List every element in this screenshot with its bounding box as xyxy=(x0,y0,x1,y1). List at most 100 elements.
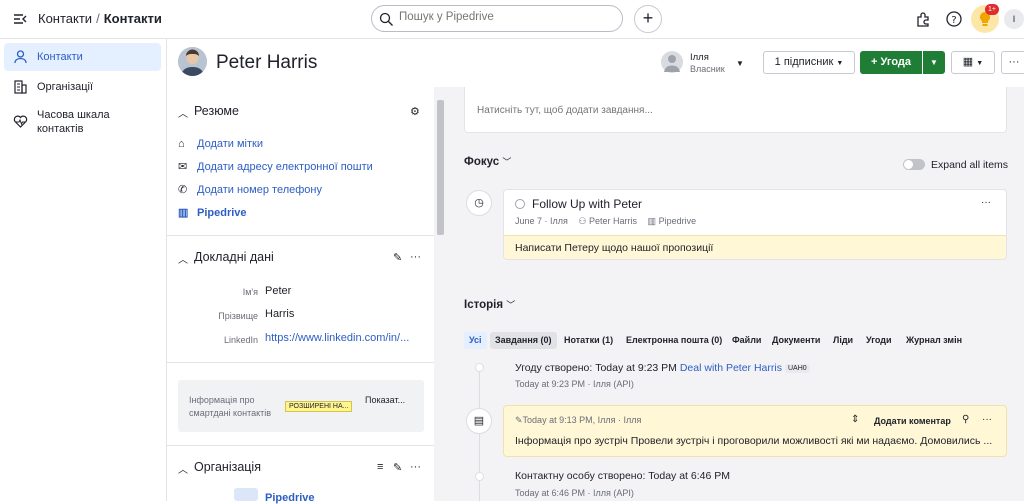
add-email-link[interactable]: ✉ Додати адресу електронної пошти xyxy=(178,160,373,173)
link-label: Додати адресу електронної пошти xyxy=(197,161,373,173)
summary-title[interactable]: Резюме xyxy=(194,104,239,118)
search-box[interactable] xyxy=(371,5,623,32)
smart-data-badge: РОЗШИРЕНІ НА... xyxy=(285,401,353,412)
task-input-box[interactable] xyxy=(464,87,1007,133)
expand-icon[interactable]: ⇕ xyxy=(851,414,859,425)
breadcrumb: Контакти / Контакти xyxy=(38,11,162,26)
org-building-icon xyxy=(234,488,258,501)
building-icon: ▥ xyxy=(647,216,657,226)
chevron-down-icon: ﹀ xyxy=(506,300,516,310)
details-title[interactable]: Докладні дані xyxy=(194,250,274,264)
history-meta: Today at 9:23 PM · Ілля (API) xyxy=(515,379,634,389)
more-icon[interactable]: ··· xyxy=(410,251,421,263)
tab-notes[interactable]: Нотатки (1) xyxy=(559,332,618,349)
activity-org[interactable]: Pipedrive xyxy=(659,216,697,226)
chevron-up-icon[interactable]: ︿ xyxy=(178,105,188,120)
search-input[interactable] xyxy=(399,11,609,23)
activity-note: Написати Петеру щодо нашої пропозиції xyxy=(504,235,1006,259)
divider xyxy=(167,235,434,236)
sidebar-item-timeline[interactable]: Часова шкала контактів xyxy=(4,106,124,138)
add-phone-link[interactable]: ✆ Додати номер телефону xyxy=(178,183,322,196)
note-meta: ✎Today at 9:13 PM, Ілля · Ілля xyxy=(515,415,641,426)
focus-title[interactable]: Фокус ﹀ xyxy=(464,155,511,168)
clock-icon: ◷ xyxy=(466,190,492,216)
more-button[interactable]: ··· xyxy=(1001,51,1024,74)
followers-label: 1 підписник xyxy=(774,56,834,68)
svg-text:?: ? xyxy=(951,15,956,26)
field-value-linkedin[interactable]: https://www.linkedin.com/in/... xyxy=(265,332,409,344)
complete-checkbox[interactable] xyxy=(515,199,525,209)
organization-link[interactable]: ▥ Pipedrive xyxy=(178,206,247,219)
history-title-text: Історія xyxy=(464,299,504,311)
deal-dropdown-button[interactable]: ▼ xyxy=(923,51,945,74)
sidebar-item-contacts[interactable]: Контакти xyxy=(4,43,161,71)
person-icon: ⚇ xyxy=(578,216,587,226)
field-label-linkedin: LinkedIn xyxy=(223,335,258,345)
field-value-last-name[interactable]: Harris xyxy=(265,308,294,320)
pin-icon[interactable]: ⚲ xyxy=(962,414,969,425)
chevron-down-icon: ▼ xyxy=(976,60,984,67)
timeline-dot xyxy=(475,363,484,372)
sidebar-item-organizations[interactable]: Організації xyxy=(4,73,161,101)
filter-icon[interactable]: ≡ xyxy=(377,461,383,473)
expand-all-toggle[interactable] xyxy=(903,159,925,170)
chevron-up-icon[interactable]: ︿ xyxy=(178,461,188,476)
tab-tasks[interactable]: Завдання (0) xyxy=(490,332,557,349)
activity-person[interactable]: Peter Harris xyxy=(589,216,637,226)
activity-meta: June 7 · Ілля ⚇ Peter Harris ▥ Pipedrive xyxy=(515,216,696,227)
tab-leads[interactable]: Ліди xyxy=(828,332,858,349)
help-icon[interactable]: ? xyxy=(945,10,963,28)
smart-data-show-button[interactable]: Показат... xyxy=(365,395,405,405)
owner-avatar xyxy=(661,51,683,73)
smart-data-label: Інформація про смартдані контактів xyxy=(189,395,272,418)
activity-title[interactable]: Follow Up with Peter xyxy=(532,197,642,211)
tab-changelog[interactable]: Журнал змін xyxy=(901,332,967,349)
note-meta-text: Today at 9:13 PM, Ілля · Ілля xyxy=(522,415,642,425)
owner-name[interactable]: Ілля xyxy=(690,52,709,63)
tab-all[interactable]: Усі xyxy=(464,332,487,349)
quick-add-button[interactable]: + xyxy=(634,5,662,33)
user-avatar[interactable]: І xyxy=(1004,9,1024,29)
owner-caret-icon[interactable]: ▼ xyxy=(736,59,744,68)
followers-button[interactable]: 1 підписник ▼ xyxy=(763,51,855,74)
breadcrumb-parent[interactable]: Контакти xyxy=(38,11,92,26)
more-icon[interactable]: ··· xyxy=(982,414,992,425)
settings-icon[interactable]: ⚙ xyxy=(410,105,420,118)
history-item-contact: Контактну особу створено: Today at 6:46 … xyxy=(515,470,730,482)
edit-icon[interactable]: ✎ xyxy=(393,461,402,474)
breadcrumb-separator: / xyxy=(96,11,100,26)
task-input[interactable] xyxy=(477,105,977,116)
focus-activity-card[interactable]: Follow Up with Peter ··· June 7 · Ілля ⚇… xyxy=(503,189,1007,260)
link-label: Pipedrive xyxy=(197,207,247,219)
field-label-first-name: Ім'я xyxy=(242,287,258,297)
edit-icon[interactable]: ✎ xyxy=(393,251,402,264)
tab-documents[interactable]: Документи xyxy=(767,332,825,349)
note-card[interactable]: ✎Today at 9:13 PM, Ілля · Ілля ⇕ Додати … xyxy=(503,405,1007,457)
pencil-icon: ✎ xyxy=(515,415,523,425)
add-comment-button[interactable]: Додати коментар xyxy=(874,416,951,426)
tab-email[interactable]: Електронна пошта (0) xyxy=(621,332,727,349)
organization-title[interactable]: Організація xyxy=(194,460,261,474)
collapse-menu-icon[interactable] xyxy=(12,11,28,27)
more-icon[interactable]: ··· xyxy=(981,197,991,208)
organization-name[interactable]: Pipedrive xyxy=(265,492,315,504)
search-icon xyxy=(379,12,393,26)
add-tags-link[interactable]: ⌂ Додати мітки xyxy=(178,138,263,150)
tab-files[interactable]: Файли xyxy=(727,332,766,349)
contact-avatar xyxy=(178,47,207,76)
history-title[interactable]: Історія ﹀ xyxy=(464,298,515,311)
divider xyxy=(167,445,434,446)
more-icon[interactable]: ··· xyxy=(410,461,421,473)
tab-deals[interactable]: Угоди xyxy=(861,332,897,349)
scrollbar-thumb[interactable] xyxy=(437,100,444,235)
history-text: Угоду створено: Today at 9:23 PM xyxy=(515,362,680,374)
chevron-up-icon[interactable]: ︿ xyxy=(178,251,188,266)
puzzle-icon[interactable] xyxy=(914,10,932,28)
deal-link[interactable]: Deal with Peter Harris xyxy=(680,362,782,374)
breadcrumb-current: Контакти xyxy=(103,11,162,26)
contact-name[interactable]: Peter Harris xyxy=(216,52,317,74)
history-item-deal: Угоду створено: Today at 9:23 PM Deal wi… xyxy=(515,362,810,374)
field-value-first-name[interactable]: Peter xyxy=(265,285,291,297)
view-switch-button[interactable]: ▦ ▼ xyxy=(951,51,995,74)
add-deal-button[interactable]: + Угода xyxy=(860,51,922,74)
